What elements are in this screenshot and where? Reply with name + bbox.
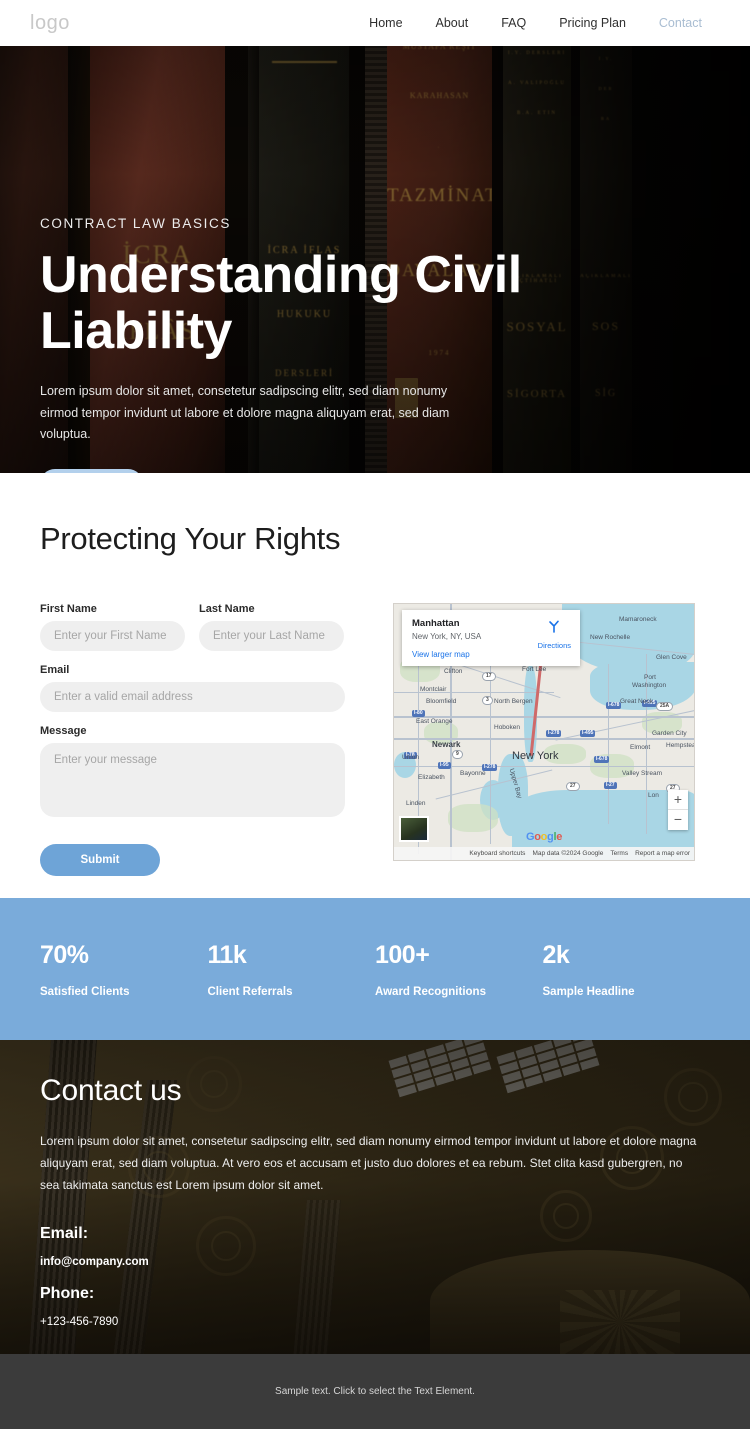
stat-label: Satisfied Clients bbox=[40, 985, 130, 998]
stat-item: 2k Sample Headline bbox=[543, 941, 711, 998]
email-value[interactable]: info@company.com bbox=[40, 1256, 710, 1268]
logo[interactable]: logo bbox=[30, 12, 70, 35]
page-root: logo Home About FAQ Pricing Plan Contact… bbox=[0, 0, 750, 1431]
email-group: Email bbox=[40, 664, 345, 712]
map-label-newark: Newark bbox=[432, 740, 461, 749]
stats-band: 70% Satisfied Clients 11k Client Referra… bbox=[0, 898, 750, 1040]
map-label-long-island: Lon bbox=[648, 792, 659, 799]
map-data-copyright: Map data ©2024 Google bbox=[532, 850, 604, 857]
form-section: Protecting Your Rights First Name Last N… bbox=[0, 473, 750, 898]
nav-item-contact[interactable]: Contact bbox=[659, 16, 702, 30]
stat-item: 11k Client Referrals bbox=[208, 941, 376, 998]
map-label-east-orange: East Orange bbox=[416, 718, 453, 725]
map-label-fort-lee: Fort Lee bbox=[522, 666, 547, 673]
nav-item-pricing-plan[interactable]: Pricing Plan bbox=[559, 16, 626, 30]
zoom-out-button[interactable]: − bbox=[668, 810, 688, 830]
nav-item-faq[interactable]: FAQ bbox=[501, 16, 526, 30]
map-attribution-bar: Keyboard shortcuts Map data ©2024 Google… bbox=[394, 847, 694, 860]
nav-item-home[interactable]: Home bbox=[369, 16, 402, 30]
map-label-bayonne: Bayonne bbox=[460, 770, 486, 777]
map-label-clifton: Clifton bbox=[444, 668, 463, 675]
contact-body: Lorem ipsum dolor sit amet, consetetur s… bbox=[40, 1134, 697, 1193]
read-more-button[interactable]: Read More bbox=[40, 469, 143, 473]
map-label-new-rochelle: New Rochelle bbox=[590, 634, 631, 641]
map-label-union: Union bbox=[402, 754, 419, 761]
map-zoom-controls[interactable]: + − bbox=[668, 790, 688, 830]
directions-label: Directions bbox=[537, 641, 571, 650]
map-label-glen-cove: Glen Cove bbox=[656, 654, 687, 661]
name-row: First Name Last Name bbox=[40, 603, 345, 664]
contact-title: Contact us bbox=[40, 1074, 182, 1107]
map-column: I-80 I-78 I-95 I-278 I-278 I-495 I-678 I… bbox=[393, 603, 695, 876]
keyboard-shortcuts-link[interactable]: Keyboard shortcuts bbox=[469, 850, 525, 857]
stat-label: Sample Headline bbox=[542, 985, 635, 998]
map-satellite-thumbnail[interactable] bbox=[399, 816, 429, 842]
map-label-linden: Linden bbox=[406, 800, 426, 807]
hero-title: Understanding Civil Liability bbox=[40, 246, 522, 361]
hero-eyebrow: CONTRACT LAW BASICS bbox=[40, 216, 231, 231]
report-map-error-link[interactable]: Report a map error bbox=[635, 850, 690, 857]
message-group: Message bbox=[40, 725, 345, 822]
first-name-group: First Name bbox=[40, 603, 185, 651]
main-navigation: Home About FAQ Pricing Plan Contact bbox=[369, 16, 720, 30]
map-label-great-neck: Great Neck bbox=[620, 698, 653, 705]
map-label-elmont: Elmont bbox=[630, 744, 651, 751]
map-label-montclair: Montclair bbox=[420, 686, 447, 693]
hero-subtitle: Lorem ipsum dolor sit amet, consetetur s… bbox=[40, 384, 450, 441]
stat-item: 70% Satisfied Clients bbox=[40, 941, 208, 998]
submit-button[interactable]: Submit bbox=[40, 844, 160, 876]
last-name-input[interactable] bbox=[199, 621, 344, 651]
message-textarea[interactable] bbox=[40, 743, 345, 817]
message-label: Message bbox=[40, 725, 87, 737]
first-name-label: First Name bbox=[40, 603, 97, 615]
map-label-hoboken: Hoboken bbox=[494, 724, 521, 731]
email-heading: Email: bbox=[40, 1224, 89, 1242]
contact-content: Contact us Lorem ipsum dolor sit amet, c… bbox=[40, 1074, 710, 1345]
map-label-new-york: New York bbox=[512, 750, 559, 762]
last-name-label: Last Name bbox=[199, 603, 255, 615]
phone-value[interactable]: +123-456-7890 bbox=[40, 1316, 710, 1328]
map-info-card[interactable]: Manhattan New York, NY, USA View larger … bbox=[402, 610, 580, 666]
contact-section: Contact us Lorem ipsum dolor sit amet, c… bbox=[0, 1040, 750, 1354]
first-name-input[interactable] bbox=[40, 621, 185, 651]
last-name-group: Last Name bbox=[199, 603, 344, 651]
map-label-bloomfield: Bloomfield bbox=[426, 698, 457, 705]
hero-content: CONTRACT LAW BASICS Understanding Civil … bbox=[40, 216, 700, 473]
contact-form: First Name Last Name Email Message bbox=[40, 603, 345, 876]
map-label-port: Port bbox=[644, 674, 656, 681]
stat-label: Client Referrals bbox=[207, 985, 293, 998]
zoom-in-button[interactable]: + bbox=[668, 790, 688, 810]
site-header: logo Home About FAQ Pricing Plan Contact bbox=[0, 0, 750, 46]
site-footer: Sample text. Click to select the Text El… bbox=[0, 1354, 750, 1429]
map-label-north-bergen: North Bergen bbox=[494, 698, 533, 705]
stat-number: 2k bbox=[542, 940, 570, 969]
google-map[interactable]: I-80 I-78 I-95 I-278 I-278 I-495 I-678 I… bbox=[393, 603, 695, 861]
map-label-mamaroneck: Mamaroneck bbox=[619, 616, 657, 623]
email-label: Email bbox=[40, 664, 70, 676]
directions-button[interactable]: Directions bbox=[538, 618, 571, 653]
stat-number: 100+ bbox=[375, 940, 430, 969]
map-label-valley-stream: Valley Stream bbox=[622, 770, 662, 777]
map-label-hempstead: Hempstead bbox=[666, 742, 694, 749]
stat-number: 11k bbox=[207, 940, 247, 969]
map-label-washington: Washington bbox=[632, 682, 667, 689]
phone-heading: Phone: bbox=[40, 1284, 95, 1302]
map-label-garden-city: Garden City bbox=[652, 730, 687, 737]
stat-number: 70% bbox=[40, 940, 89, 969]
section-title: Protecting Your Rights bbox=[40, 521, 341, 556]
footer-text[interactable]: Sample text. Click to select the Text El… bbox=[275, 1386, 475, 1397]
stat-item: 100+ Award Recognitions bbox=[375, 941, 543, 998]
map-label-elizabeth: Elizabeth bbox=[418, 774, 445, 781]
google-watermark: Google bbox=[525, 831, 563, 843]
directions-icon bbox=[549, 620, 560, 633]
hero-section: İCRA İFLÂS İCRA İFLAS HUKUKU DERSLERİ MU… bbox=[0, 46, 750, 473]
stat-label: Award Recognitions bbox=[375, 985, 486, 998]
terms-link[interactable]: Terms bbox=[610, 850, 628, 857]
email-input[interactable] bbox=[40, 682, 345, 712]
nav-item-about[interactable]: About bbox=[436, 16, 469, 30]
form-map-columns: First Name Last Name Email Message bbox=[40, 603, 710, 876]
